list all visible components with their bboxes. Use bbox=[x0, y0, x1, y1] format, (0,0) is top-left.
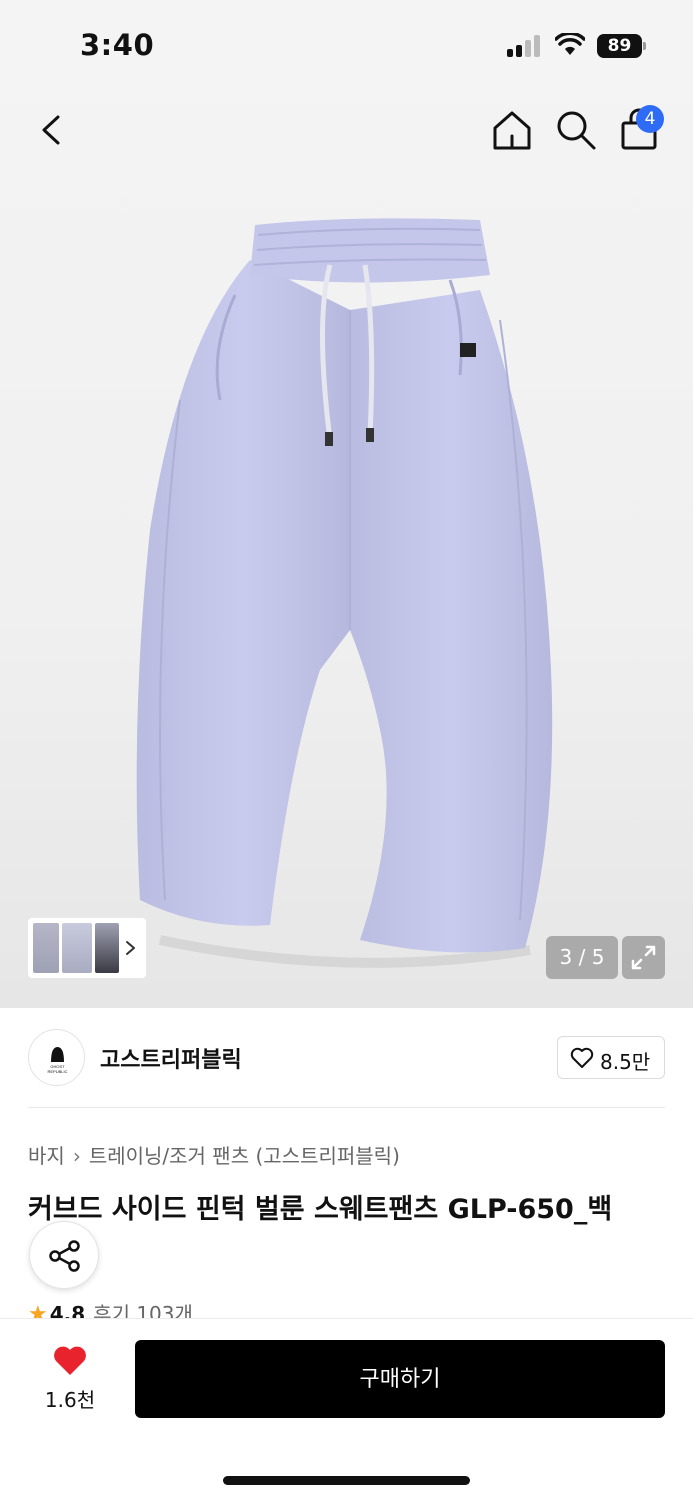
breadcrumb-item-subcategory[interactable]: 트레이닝/조거 팬츠 (고스트리퍼블릭) bbox=[89, 1144, 400, 1168]
thumbnail-3[interactable] bbox=[95, 923, 119, 973]
heart-filled-icon bbox=[54, 1346, 86, 1375]
thumbnail-strip[interactable] bbox=[28, 918, 146, 978]
thumbnail-1[interactable] bbox=[33, 923, 59, 973]
product-image[interactable] bbox=[120, 200, 570, 980]
image-counter: 3 / 5 bbox=[546, 936, 618, 979]
breadcrumb: 바지 › 트레이닝/조거 팬츠 (고스트리퍼블릭) bbox=[28, 1140, 400, 1169]
brand-logo[interactable]: GHOST REPUBLIC bbox=[28, 1029, 85, 1086]
home-icon bbox=[493, 111, 531, 150]
share-icon bbox=[49, 1240, 80, 1272]
buy-button[interactable]: 구매하기 bbox=[135, 1340, 665, 1418]
battery-level: 89 bbox=[597, 34, 642, 58]
search-button[interactable] bbox=[554, 108, 598, 152]
wishlist-count: 1.6천 bbox=[44, 1388, 96, 1412]
ghost-logo-icon: GHOST REPUBLIC bbox=[47, 1047, 68, 1074]
svg-text:REPUBLIC: REPUBLIC bbox=[47, 1069, 67, 1074]
chevron-right-icon[interactable] bbox=[124, 934, 138, 962]
divider bbox=[28, 1107, 665, 1108]
status-bar: 3:40 89 bbox=[0, 0, 693, 92]
brand-like-button[interactable]: 8.5만 bbox=[557, 1036, 665, 1079]
chevron-left-icon bbox=[42, 115, 60, 145]
home-button[interactable] bbox=[490, 108, 534, 152]
brand-like-count: 8.5만 bbox=[600, 1050, 651, 1074]
product-hero: 3:40 89 4 3 / 5 bbox=[0, 0, 693, 1008]
back-button[interactable] bbox=[30, 105, 74, 155]
cart-count-badge: 4 bbox=[636, 105, 664, 133]
heart-outline-icon bbox=[570, 1047, 594, 1068]
battery-icon: 89 bbox=[597, 34, 647, 58]
thumbnail-2[interactable] bbox=[62, 923, 92, 973]
rating-row[interactable]: ★ 4.8 후기 103개 bbox=[28, 1298, 193, 1320]
expand-icon bbox=[631, 945, 656, 970]
wishlist-button[interactable]: 1.6천 bbox=[30, 1340, 110, 1420]
share-button[interactable] bbox=[29, 1221, 99, 1289]
product-title: 커브드 사이드 핀턱 벌룬 스웨트팬츠 GLP-650_백 bbox=[28, 1194, 613, 1225]
cellular-signal-icon bbox=[507, 35, 543, 57]
home-indicator[interactable] bbox=[223, 1476, 470, 1485]
wifi-icon bbox=[555, 33, 585, 55]
brand-name[interactable]: 고스트리퍼블릭 bbox=[100, 1042, 242, 1074]
breadcrumb-item-category[interactable]: 바지 bbox=[28, 1144, 65, 1168]
expand-button[interactable] bbox=[622, 936, 665, 979]
status-time: 3:40 bbox=[80, 28, 155, 62]
chevron-right-icon: › bbox=[72, 1144, 81, 1168]
search-icon bbox=[557, 111, 596, 150]
